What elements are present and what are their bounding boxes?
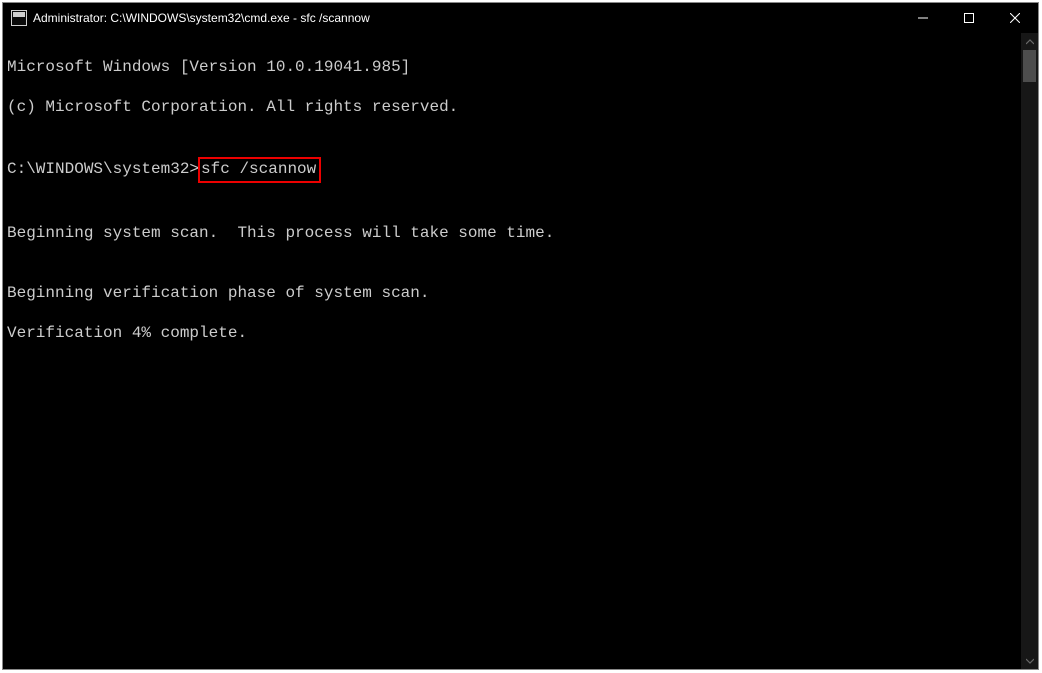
scrollbar-down-button[interactable] <box>1021 652 1038 669</box>
maximize-icon <box>964 13 974 23</box>
scrollbar-up-button[interactable] <box>1021 33 1038 50</box>
command-highlight-box: sfc /scannow <box>198 157 321 183</box>
close-button[interactable] <box>992 3 1038 33</box>
line-verify-progress: Verification 4% complete. <box>7 323 1021 343</box>
minimize-icon <box>918 13 928 23</box>
scrollbar-track[interactable] <box>1021 50 1038 652</box>
line-begin-scan: Beginning system scan. This process will… <box>7 223 1021 243</box>
vertical-scrollbar[interactable] <box>1021 33 1038 669</box>
line-copyright: (c) Microsoft Corporation. All rights re… <box>7 97 1021 117</box>
minimize-button[interactable] <box>900 3 946 33</box>
line-begin-verify: Beginning verification phase of system s… <box>7 283 1021 303</box>
client-area: Microsoft Windows [Version 10.0.19041.98… <box>3 33 1038 669</box>
prompt-command: sfc /scannow <box>201 160 316 178</box>
window-title: Administrator: C:\WINDOWS\system32\cmd.e… <box>33 11 900 25</box>
chevron-up-icon <box>1026 39 1034 45</box>
line-version: Microsoft Windows [Version 10.0.19041.98… <box>7 57 1021 77</box>
titlebar[interactable]: Administrator: C:\WINDOWS\system32\cmd.e… <box>3 3 1038 33</box>
window-controls <box>900 3 1038 33</box>
prompt-prefix: C:\WINDOWS\system32> <box>7 160 199 178</box>
close-icon <box>1010 13 1020 23</box>
maximize-button[interactable] <box>946 3 992 33</box>
chevron-down-icon <box>1026 658 1034 664</box>
terminal-output[interactable]: Microsoft Windows [Version 10.0.19041.98… <box>3 33 1021 669</box>
cmd-app-icon <box>11 10 27 26</box>
line-prompt: C:\WINDOWS\system32>sfc /scannow <box>7 157 1021 183</box>
command-prompt-window: Administrator: C:\WINDOWS\system32\cmd.e… <box>2 2 1039 670</box>
scrollbar-thumb[interactable] <box>1023 50 1036 82</box>
